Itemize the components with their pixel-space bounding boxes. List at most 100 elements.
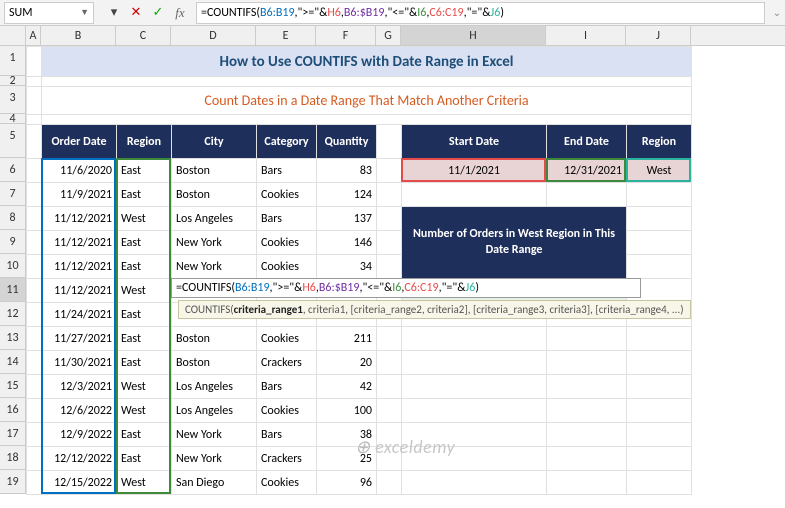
cell[interactable]: East — [117, 183, 172, 207]
row-header[interactable]: 19 — [0, 470, 26, 494]
cell[interactable]: West — [117, 399, 172, 423]
cell[interactable]: 124 — [317, 183, 377, 207]
row-header[interactable]: 14 — [0, 350, 26, 374]
cell[interactable]: West — [117, 279, 172, 303]
cell[interactable]: 38 — [317, 423, 377, 447]
cell[interactable]: East — [117, 255, 172, 279]
cell[interactable]: West — [117, 375, 172, 399]
cell[interactable]: 137 — [317, 207, 377, 231]
cell[interactable]: Boston — [172, 327, 257, 351]
row-header[interactable]: 11 — [0, 278, 26, 302]
cell[interactable]: 11/6/2020 — [42, 159, 117, 183]
cell[interactable]: Cookies — [257, 231, 317, 255]
cell[interactable]: Bars — [257, 159, 317, 183]
cell[interactable]: 11/12/2021 — [42, 279, 117, 303]
col-header[interactable]: B — [41, 26, 116, 45]
cell[interactable]: 146 — [317, 231, 377, 255]
cell[interactable]: East — [117, 327, 172, 351]
cell[interactable]: Crackers — [257, 351, 317, 375]
col-header[interactable]: D — [171, 26, 256, 45]
row-header[interactable]: 4 — [0, 114, 26, 124]
cell[interactable]: Boston — [172, 183, 257, 207]
cell[interactable]: 83 — [317, 159, 377, 183]
col-header[interactable]: J — [626, 26, 691, 45]
cell[interactable]: 96 — [317, 471, 377, 495]
cell[interactable]: 11/12/2021 — [42, 255, 117, 279]
row-header[interactable]: 18 — [0, 446, 26, 470]
col-header[interactable]: C — [116, 26, 171, 45]
select-all-corner[interactable] — [0, 26, 26, 45]
row-header[interactable]: 1 — [0, 46, 26, 76]
cell[interactable]: 11/27/2021 — [42, 327, 117, 351]
row-header[interactable]: 16 — [0, 398, 26, 422]
cell[interactable]: Los Angeles — [172, 207, 257, 231]
cell[interactable]: Crackers — [257, 447, 317, 471]
expand-formula-bar-icon[interactable]: ⌄ — [769, 6, 785, 19]
cell[interactable]: New York — [172, 255, 257, 279]
cell[interactable]: Cookies — [257, 471, 317, 495]
accept-icon[interactable]: ✓ — [148, 3, 168, 23]
cell[interactable]: Bars — [257, 423, 317, 447]
cell[interactable]: 211 — [317, 327, 377, 351]
col-header[interactable]: H — [401, 26, 546, 45]
cell[interactable]: New York — [172, 423, 257, 447]
cell[interactable]: Cookies — [257, 399, 317, 423]
cell-area[interactable]: How to Use COUNTIFS with Date Range in E… — [26, 46, 692, 495]
row-header[interactable]: 5 — [0, 124, 26, 158]
cell[interactable]: West — [117, 207, 172, 231]
inline-formula-overlay[interactable]: =COUNTIFS(B6:B19,">="&H6,B6:$B19,"<="&I6… — [171, 278, 641, 298]
cell[interactable]: 12/6/2022 — [42, 399, 117, 423]
row-header[interactable]: 12 — [0, 302, 26, 326]
cell[interactable]: Cookies — [257, 183, 317, 207]
cell[interactable]: 12/12/2022 — [42, 447, 117, 471]
cell[interactable]: Boston — [172, 159, 257, 183]
col-header[interactable]: I — [546, 26, 626, 45]
cell[interactable]: New York — [172, 447, 257, 471]
cell[interactable]: New York — [172, 231, 257, 255]
row-header[interactable]: 8 — [0, 206, 26, 230]
region-cell[interactable]: West — [627, 159, 692, 183]
row-header[interactable]: 15 — [0, 374, 26, 398]
name-box[interactable]: SUM ▼ — [4, 2, 94, 24]
cell[interactable]: East — [117, 351, 172, 375]
cell[interactable]: 42 — [317, 375, 377, 399]
row-header[interactable]: 6 — [0, 158, 26, 182]
cell[interactable]: Los Angeles — [172, 375, 257, 399]
col-header[interactable]: F — [316, 26, 376, 45]
col-header[interactable]: E — [256, 26, 316, 45]
cell[interactable]: 12/9/2022 — [42, 423, 117, 447]
row-header[interactable]: 3 — [0, 86, 26, 114]
row-header[interactable]: 7 — [0, 182, 26, 206]
dropdown-icon[interactable]: ▾ — [104, 3, 124, 23]
cell[interactable]: San Diego — [172, 471, 257, 495]
name-box-dropdown-icon[interactable]: ▼ — [80, 7, 89, 18]
cell[interactable]: 100 — [317, 399, 377, 423]
end-date-cell[interactable]: 12/31/2021 — [547, 159, 627, 183]
row-header[interactable]: 17 — [0, 422, 26, 446]
cell[interactable]: 11/12/2021 — [42, 207, 117, 231]
cell[interactable]: Boston — [172, 351, 257, 375]
cell[interactable]: Bars — [257, 207, 317, 231]
cell[interactable]: Cookies — [257, 327, 317, 351]
start-date-cell[interactable]: 11/1/2021 — [402, 159, 547, 183]
row-header[interactable]: 13 — [0, 326, 26, 350]
cell[interactable]: 11/9/2021 — [42, 183, 117, 207]
row-header[interactable]: 10 — [0, 254, 26, 278]
cell[interactable]: Cookies — [257, 255, 317, 279]
cell[interactable]: East — [117, 231, 172, 255]
cell[interactable]: 34 — [317, 255, 377, 279]
cell[interactable]: Bars — [257, 375, 317, 399]
cell[interactable]: 11/30/2021 — [42, 351, 117, 375]
cell[interactable]: Los Angeles — [172, 399, 257, 423]
cell[interactable]: 11/24/2021 — [42, 303, 117, 327]
cell[interactable]: 25 — [317, 447, 377, 471]
cell[interactable]: 11/12/2021 — [42, 231, 117, 255]
cell[interactable]: East — [117, 303, 172, 327]
row-header[interactable]: 2 — [0, 76, 26, 86]
cell[interactable]: East — [117, 159, 172, 183]
cell[interactable]: East — [117, 423, 172, 447]
cell[interactable]: 12/15/2022 — [42, 471, 117, 495]
cell[interactable]: East — [117, 447, 172, 471]
cancel-icon[interactable]: ✕ — [126, 3, 146, 23]
fx-icon[interactable]: fx — [170, 3, 190, 23]
